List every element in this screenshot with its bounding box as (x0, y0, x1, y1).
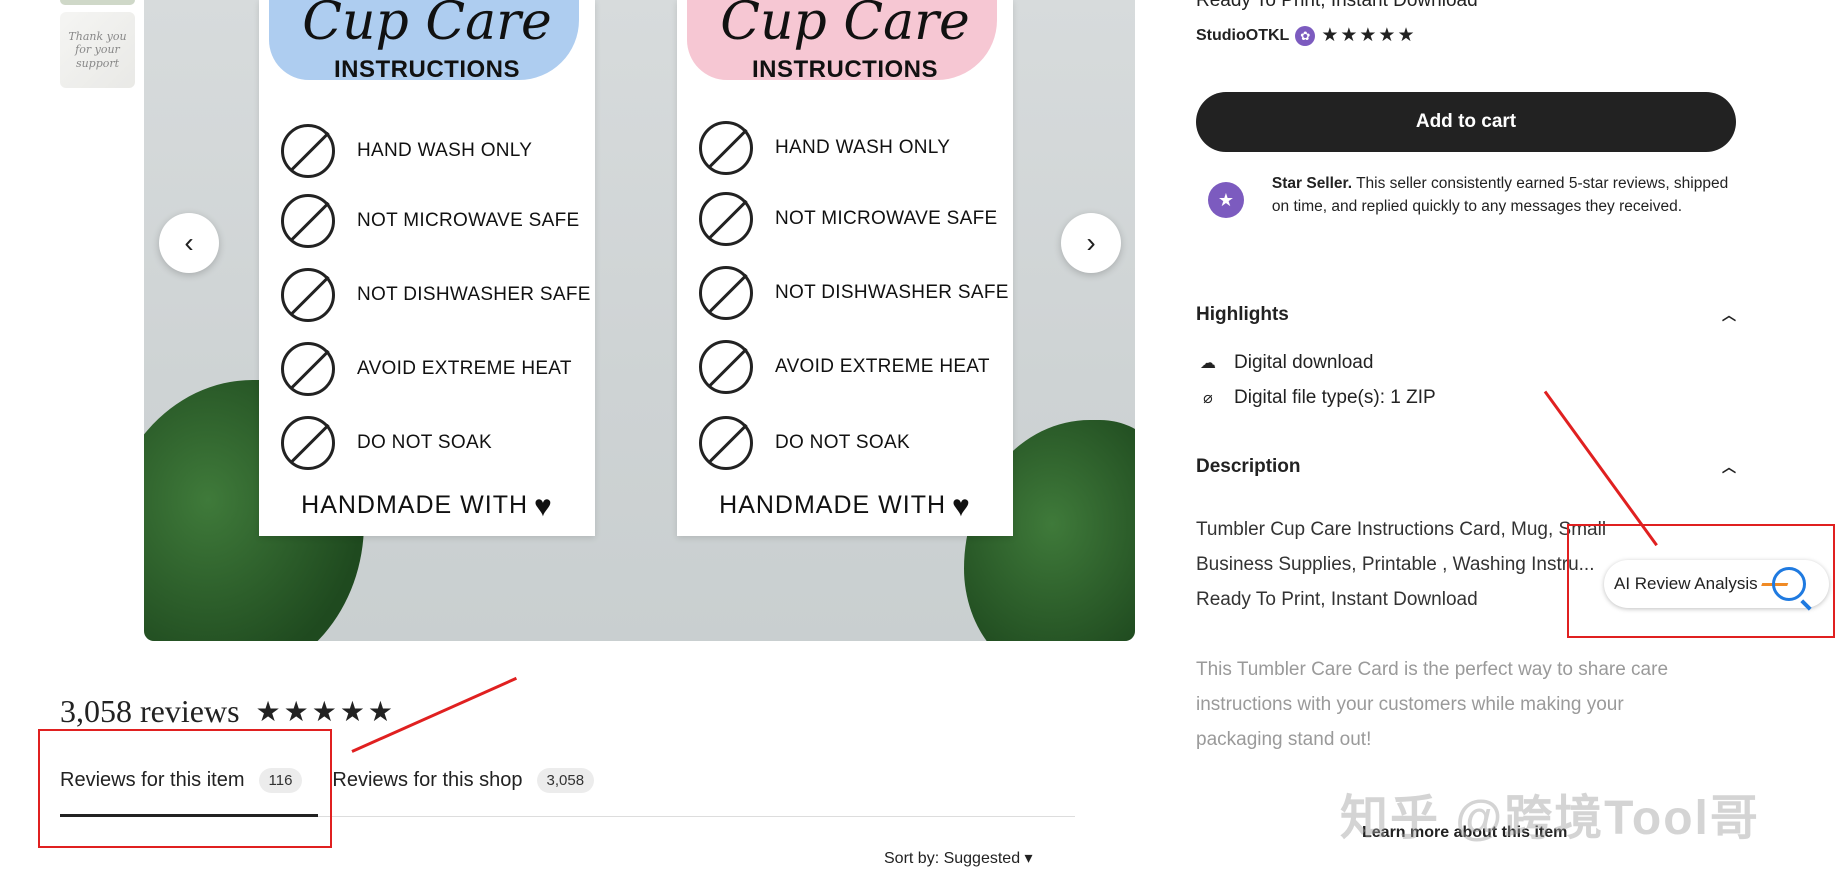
chevron-right-icon: › (1086, 227, 1096, 258)
card-footer-text: HANDMADE WITH (719, 491, 947, 519)
description-line: This Tumbler Care Card is the perfect wa… (1196, 659, 1669, 680)
thermometer-icon (281, 342, 335, 396)
rule-text: NOT MICROWAVE SAFE (775, 208, 998, 229)
product-main-image: Cup Care INSTRUCTIONS HAND WASH ONLY NOT… (144, 0, 1135, 641)
thumbnail-caption: Thank you for your support (68, 30, 127, 70)
rule-text: DO NOT SOAK (775, 432, 910, 453)
dishwasher-icon (281, 268, 335, 322)
rule-text: AVOID EXTREME HEAT (357, 358, 572, 379)
thermometer-icon (699, 340, 753, 394)
heart-icon: ♥ (952, 490, 971, 523)
heart-icon: ♥ (534, 490, 553, 523)
rule-row: AVOID EXTREME HEAT (281, 340, 572, 398)
magnifier-icon (1771, 567, 1806, 601)
description-line: instructions with your customers while m… (1196, 694, 1624, 715)
chevron-up-icon[interactable]: ︿ (1722, 457, 1736, 477)
seller-rating-stars: ★★★★★ (1321, 25, 1417, 46)
reviews-tab-highlight-box (38, 729, 332, 848)
rule-row: NOT MICROWAVE SAFE (699, 190, 998, 248)
hand-wash-icon (281, 124, 335, 178)
tab-reviews-shop[interactable]: Reviews for this shop 3,058 (332, 768, 595, 793)
rule-row: HAND WASH ONLY (699, 119, 950, 177)
card-footer: HANDMADE WITH ♥ (677, 490, 1013, 524)
microwave-icon (699, 192, 753, 246)
caret-down-icon: ▾ (1024, 850, 1033, 867)
highlight-item: ☁ Digital download (1196, 352, 1373, 374)
rule-text: DO NOT SOAK (357, 432, 492, 453)
star-seller-label: Star Seller. (1271, 175, 1353, 192)
tab-label: Reviews for this shop (332, 769, 523, 791)
card-title: Cup Care (302, 0, 552, 52)
highlights-title: Highlights (1196, 304, 1289, 325)
chevron-left-icon: ‹ (184, 227, 194, 258)
highlight-label: Digital download (1234, 352, 1374, 373)
ai-review-analysis-button[interactable]: AI Review Analysis (1604, 560, 1829, 608)
rule-row: HAND WASH ONLY (281, 122, 532, 180)
prev-image-button[interactable]: ‹ (159, 213, 219, 273)
rule-text: NOT MICROWAVE SAFE (357, 210, 580, 231)
tab-count-badge: 3,058 (536, 768, 595, 793)
star-seller-badge-icon: ✿ (1295, 25, 1316, 46)
description-line: packaging stand out! (1196, 729, 1372, 750)
seller-info: StudioOTKL ✿ ★★★★★ (1196, 24, 1416, 47)
rule-text: NOT DISHWASHER SAFE (775, 282, 1009, 303)
rule-row: DO NOT SOAK (699, 414, 910, 472)
highlight-label: Digital file type(s): 1 ZIP (1234, 387, 1436, 408)
reviews-count-title: 3,058 reviews (60, 693, 240, 729)
sort-dropdown[interactable]: Sort by: Suggested ▾ (884, 848, 1033, 868)
description-header[interactable]: Description ︿ (1196, 456, 1736, 478)
rule-row: AVOID EXTREME HEAT (699, 338, 990, 396)
description-title: Description (1196, 456, 1301, 477)
rule-text: AVOID EXTREME HEAT (775, 356, 990, 377)
star-seller-icon: ★ (1196, 172, 1252, 228)
add-to-cart-button[interactable]: Add to cart (1196, 92, 1736, 152)
sort-label: Sort by: Suggested (884, 850, 1021, 867)
rule-text: HAND WASH ONLY (357, 140, 533, 161)
card-footer: HANDMADE WITH ♥ (259, 490, 595, 524)
chevron-up-icon[interactable]: ︿ (1722, 305, 1736, 325)
rule-row: DO NOT SOAK (281, 414, 492, 472)
card-title: Cup Care (720, 0, 970, 52)
rule-text: NOT DISHWASHER SAFE (357, 284, 591, 305)
rule-row: NOT DISHWASHER SAFE (699, 264, 1009, 322)
ai-review-label: AI Review Analysis (1614, 574, 1758, 593)
dishwasher-icon (699, 266, 753, 320)
hand-wash-icon (699, 121, 753, 175)
rule-row: NOT MICROWAVE SAFE (281, 192, 580, 250)
cloud-download-icon: ☁ (1200, 355, 1216, 372)
thumbnail-thank-you[interactable]: Thank you for your support (60, 12, 135, 88)
rule-row: NOT DISHWASHER SAFE (281, 266, 591, 324)
next-image-button[interactable]: › (1061, 213, 1121, 273)
highlight-item: ⌀ Digital file type(s): 1 ZIP (1196, 387, 1436, 409)
rule-text: HAND WASH ONLY (775, 137, 951, 158)
paperclip-icon: ⌀ (1203, 390, 1213, 407)
star-seller-notice: ★ Star Seller. This seller consistently … (1196, 172, 1736, 228)
watermark-text: 知乎 @跨境Tool哥 (1340, 792, 1760, 845)
card-subtitle: INSTRUCTIONS (752, 56, 938, 83)
seller-name[interactable]: StudioOTKL (1196, 27, 1289, 45)
no-soak-icon (699, 416, 753, 470)
product-title-cut: Ready To Print, Instant Download (1196, 0, 1478, 11)
description-faded-text: This Tumbler Care Card is the perfect wa… (1196, 652, 1736, 757)
reviews-stars: ★★★★★ (255, 696, 397, 728)
microwave-icon (281, 194, 335, 248)
card-subtitle: INSTRUCTIONS (334, 56, 520, 83)
no-soak-icon (281, 416, 335, 470)
card-footer-text: HANDMADE WITH (301, 491, 529, 519)
reviews-heading: 3,058 reviews ★★★★★ (60, 693, 396, 730)
star-seller-text: Star Seller. This seller consistently ea… (1272, 172, 1736, 228)
highlights-header[interactable]: Highlights ︿ (1196, 304, 1736, 326)
thumbnail-partial[interactable] (60, 0, 135, 5)
care-card-blue: Cup Care INSTRUCTIONS HAND WASH ONLY NOT… (259, 0, 595, 536)
care-card-pink: Cup Care INSTRUCTIONS HAND WASH ONLY NOT… (677, 0, 1013, 536)
